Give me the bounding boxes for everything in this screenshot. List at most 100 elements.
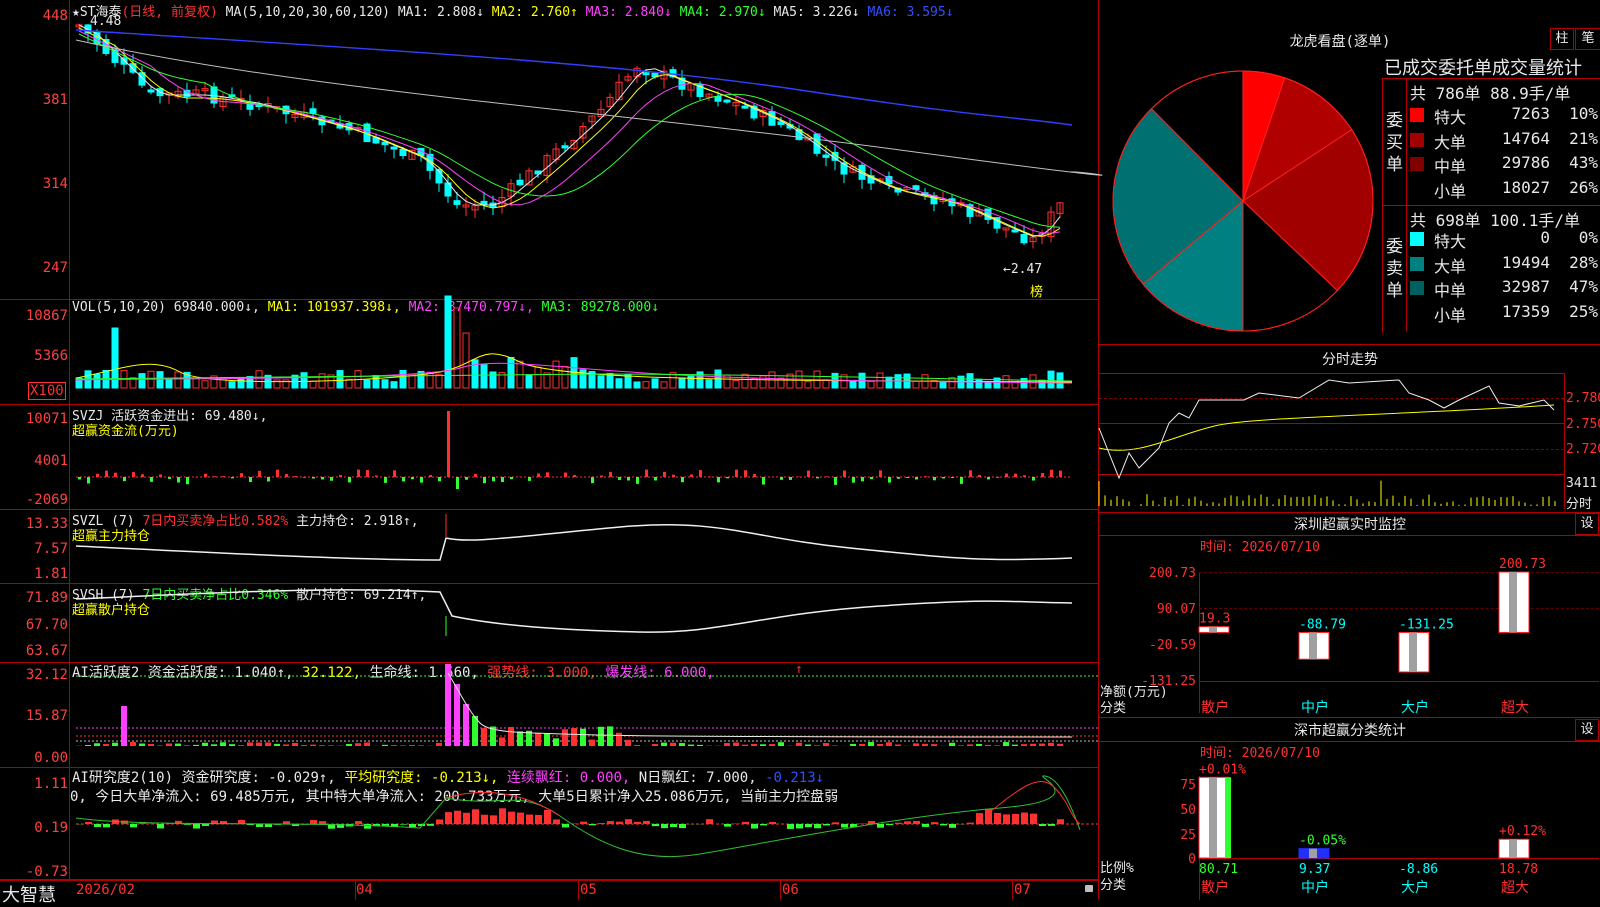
- ai1-bar: [157, 745, 163, 746]
- ai2-bar: [544, 810, 551, 824]
- volume-bar: [283, 380, 289, 388]
- row-percent: 43%: [1569, 153, 1598, 172]
- volume-bar: [526, 375, 532, 388]
- szc-value-label: 9.37: [1299, 862, 1330, 877]
- ai2-bar: [1057, 819, 1064, 824]
- ai2-bar: [472, 809, 479, 824]
- ai1-bar: [652, 744, 658, 746]
- volume-chart[interactable]: [0, 300, 1098, 404]
- sz-monitor-chart[interactable]: 19.3散户-88.79中户-131.25大户200.73超大: [1199, 536, 1599, 716]
- intraday-axis-1: 2.780: [1566, 391, 1600, 406]
- ai2-bar: [931, 822, 938, 824]
- volume-bar: [643, 382, 649, 388]
- ai2-bar: [1048, 824, 1055, 826]
- szc-axis-4: 0: [1160, 852, 1196, 867]
- date-axis: 大智慧 2026/02 04 05 06 07: [0, 880, 1098, 901]
- svzj-bar: [672, 475, 675, 477]
- svzj-bar: [501, 477, 504, 482]
- svzj-bar: [1059, 471, 1062, 477]
- volume-bar: [256, 371, 262, 388]
- svzj-bar: [852, 477, 855, 483]
- row-percent: 25%: [1569, 302, 1598, 321]
- row-name: 特大: [1434, 228, 1466, 252]
- kline-candle: [823, 155, 829, 157]
- szc-category: 中户: [1301, 879, 1329, 896]
- svzj-bar: [177, 477, 180, 482]
- legend-swatch: [1410, 306, 1424, 320]
- ai2-bar: [841, 824, 848, 828]
- svzj-bar: [825, 476, 828, 477]
- svsh-chart[interactable]: [0, 584, 1098, 662]
- ai1-bar: [202, 743, 208, 746]
- ai-activity-chart[interactable]: [0, 663, 1098, 767]
- ai2-bar: [751, 824, 758, 829]
- volume-bar: [400, 370, 406, 388]
- sz-class-chart[interactable]: +0.01%80.71散户-0.05%9.37中户-8.86大户+0.12%18…: [1199, 742, 1599, 902]
- svzj-bar: [168, 477, 171, 479]
- kline-chart[interactable]: [0, 0, 1098, 299]
- svzj-bar: [879, 470, 882, 477]
- svzj-bar: [132, 472, 135, 477]
- kline-candle: [310, 109, 316, 114]
- ai2-bar: [355, 821, 362, 824]
- volume-bar: [805, 382, 811, 388]
- bar-mode-button[interactable]: 柱: [1550, 28, 1574, 50]
- ai1-bar: [796, 743, 802, 746]
- order-pie-chart[interactable]: [1108, 66, 1378, 336]
- ai1-bar: [1057, 744, 1063, 746]
- svzj-bar: [717, 477, 720, 482]
- svzj-bar: [465, 477, 468, 480]
- svzj-bar: [348, 477, 351, 482]
- date-tick-5: 07: [1014, 882, 1031, 898]
- svzj-bar: [537, 473, 540, 477]
- sz-class-settings-button[interactable]: 设: [1575, 719, 1599, 741]
- ai1-bar: [220, 742, 226, 746]
- tick-mode-button[interactable]: 笔: [1575, 28, 1600, 50]
- row-percent: 26%: [1569, 178, 1598, 197]
- ai2-bar: [823, 824, 830, 825]
- ai1-bar: [733, 743, 739, 746]
- svzj-chart[interactable]: [0, 405, 1098, 509]
- szm-bar-label: -88.79: [1299, 617, 1346, 632]
- volume-bar: [490, 372, 496, 388]
- szm-axis-2: 90.07: [1128, 602, 1196, 617]
- volume-bar: [238, 378, 244, 388]
- volume-bar: [166, 379, 172, 388]
- intraday-chart[interactable]: [1099, 373, 1564, 508]
- ai2-bar: [940, 824, 947, 825]
- ai2-bar: [877, 824, 884, 828]
- kline-candle: [148, 90, 154, 92]
- svzl-chart[interactable]: [0, 510, 1098, 583]
- svzj-bar: [105, 471, 108, 477]
- ai2-bar: [157, 824, 164, 828]
- ai1-bar: [409, 745, 415, 746]
- volume-bar: [337, 371, 343, 388]
- legend-swatch: [1410, 182, 1424, 196]
- ai1-bar: [832, 745, 838, 746]
- row-name: 中单: [1434, 153, 1466, 177]
- legend-swatch: [1410, 108, 1424, 122]
- volume-bar: [481, 365, 487, 388]
- sz-monitor-settings-button[interactable]: 设: [1575, 513, 1599, 535]
- ai1-bar: [103, 744, 109, 746]
- ai2-bar: [184, 824, 191, 825]
- svzj-bar: [492, 477, 495, 481]
- volume-bar: [229, 382, 235, 388]
- svzj-bar: [393, 470, 396, 477]
- svzj-bar: [780, 477, 783, 480]
- lock-icon[interactable]: [1085, 885, 1093, 892]
- svsh-line: [76, 590, 1072, 632]
- svzj-bar: [708, 476, 711, 477]
- svzj-bar: [627, 477, 630, 480]
- svzj-bar: [438, 477, 441, 481]
- volume-bar: [535, 367, 541, 388]
- szc-bar-shade: [1209, 777, 1217, 858]
- ma5-line: [76, 40, 1102, 175]
- szm-bar-label: -131.25: [1399, 617, 1454, 632]
- buy-side-label: 委买单: [1386, 110, 1404, 176]
- ai1-bar: [346, 744, 352, 746]
- volume-bar: [463, 333, 469, 388]
- svzj-bar: [1041, 473, 1044, 477]
- ai-research-chart[interactable]: [0, 768, 1098, 879]
- row-value: 17359: [1502, 302, 1550, 321]
